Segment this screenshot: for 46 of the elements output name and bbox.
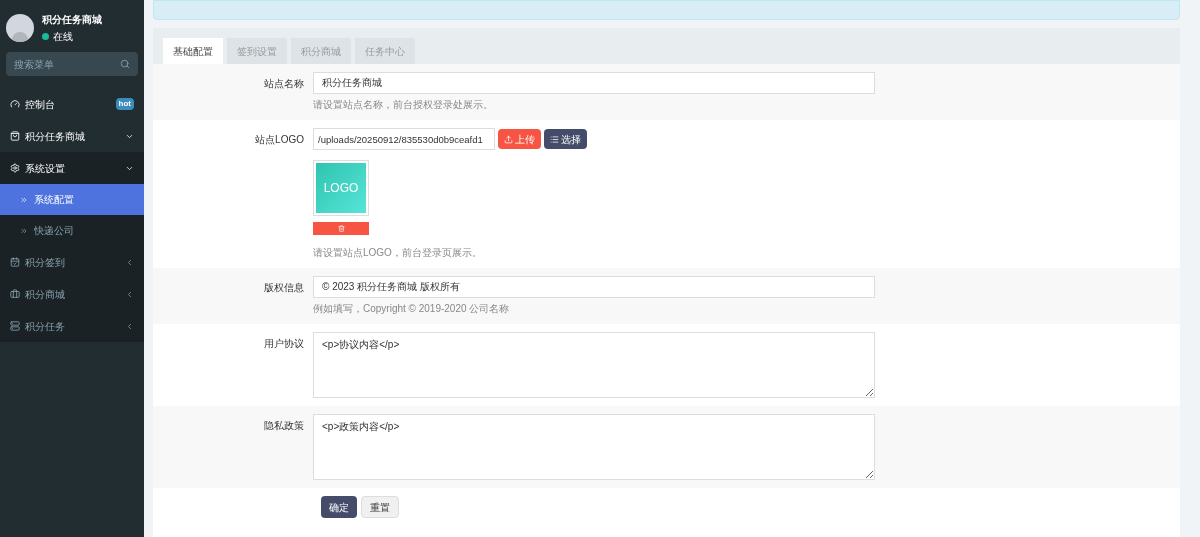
chevron-left-icon — [125, 289, 134, 299]
choose-button[interactable]: 选择 — [544, 129, 587, 149]
field-label: 版权信息 — [263, 281, 305, 295]
field-label: 站点LOGO — [254, 133, 305, 147]
help-text: 请设置站点名称，前台授权登录处展示。 — [313, 98, 494, 112]
menu-item[interactable]: 积分任务商城 — [0, 120, 144, 152]
avatar-icon — [6, 14, 34, 42]
menu-item[interactable]: 积分签到 — [0, 246, 144, 278]
server-icon — [10, 321, 20, 331]
field-label: 用户协议 — [263, 337, 305, 351]
delete-button[interactable] — [313, 222, 369, 235]
menu-item[interactable]: 积分任务 — [0, 310, 144, 342]
gauge-icon — [10, 99, 20, 109]
trash-icon — [337, 225, 345, 232]
field-label: 站点名称 — [263, 77, 305, 91]
submenu-item[interactable]: 快递公司 — [0, 215, 144, 246]
upload-icon — [504, 134, 513, 144]
user-status: 在线 — [53, 30, 73, 44]
menu-item[interactable]: 控制台 hot — [0, 88, 144, 120]
bag-icon — [10, 131, 20, 141]
tab[interactable]: 基础配置 — [163, 38, 223, 64]
text-area[interactable]: <p>协议内容</p> — [313, 332, 875, 398]
text-field[interactable]: /uploads/20250912/835530d0b9ceafd1 — [313, 128, 495, 150]
user-name: 积分任务商城 — [42, 13, 102, 27]
text-field[interactable]: 积分任务商城 — [313, 72, 875, 94]
logo-image: LOGO — [316, 163, 366, 213]
calendar-icon — [10, 257, 20, 267]
text-area[interactable]: <p>政策内容</p> — [313, 414, 875, 480]
chevron-left-icon — [125, 257, 134, 267]
submenu-item[interactable]: 系统配置 — [0, 184, 144, 215]
search-icon[interactable] — [120, 59, 130, 69]
help-text: 请设置站点LOGO，前台登录页展示。 — [313, 246, 483, 260]
chevron-left-icon — [125, 321, 134, 331]
bag-icon — [10, 289, 20, 299]
gears-icon — [10, 163, 20, 173]
help-text: 例如填写，Copyright © 2019-2020 公司名称 — [313, 302, 511, 316]
reset-button[interactable]: 重置 — [361, 496, 399, 518]
hot-badge: hot — [115, 98, 134, 110]
list-icon — [550, 134, 559, 144]
text-field[interactable]: © 2023 积分任务商城 版权所有 — [313, 276, 875, 298]
double-chevron-icon — [20, 195, 28, 204]
field-label: 隐私政策 — [263, 419, 305, 433]
double-chevron-icon — [20, 226, 28, 235]
submit-button[interactable]: 确定 — [321, 496, 357, 518]
search-field[interactable]: 搜索菜单 — [6, 52, 138, 76]
menu-item[interactable]: 积分商城 — [0, 278, 144, 310]
